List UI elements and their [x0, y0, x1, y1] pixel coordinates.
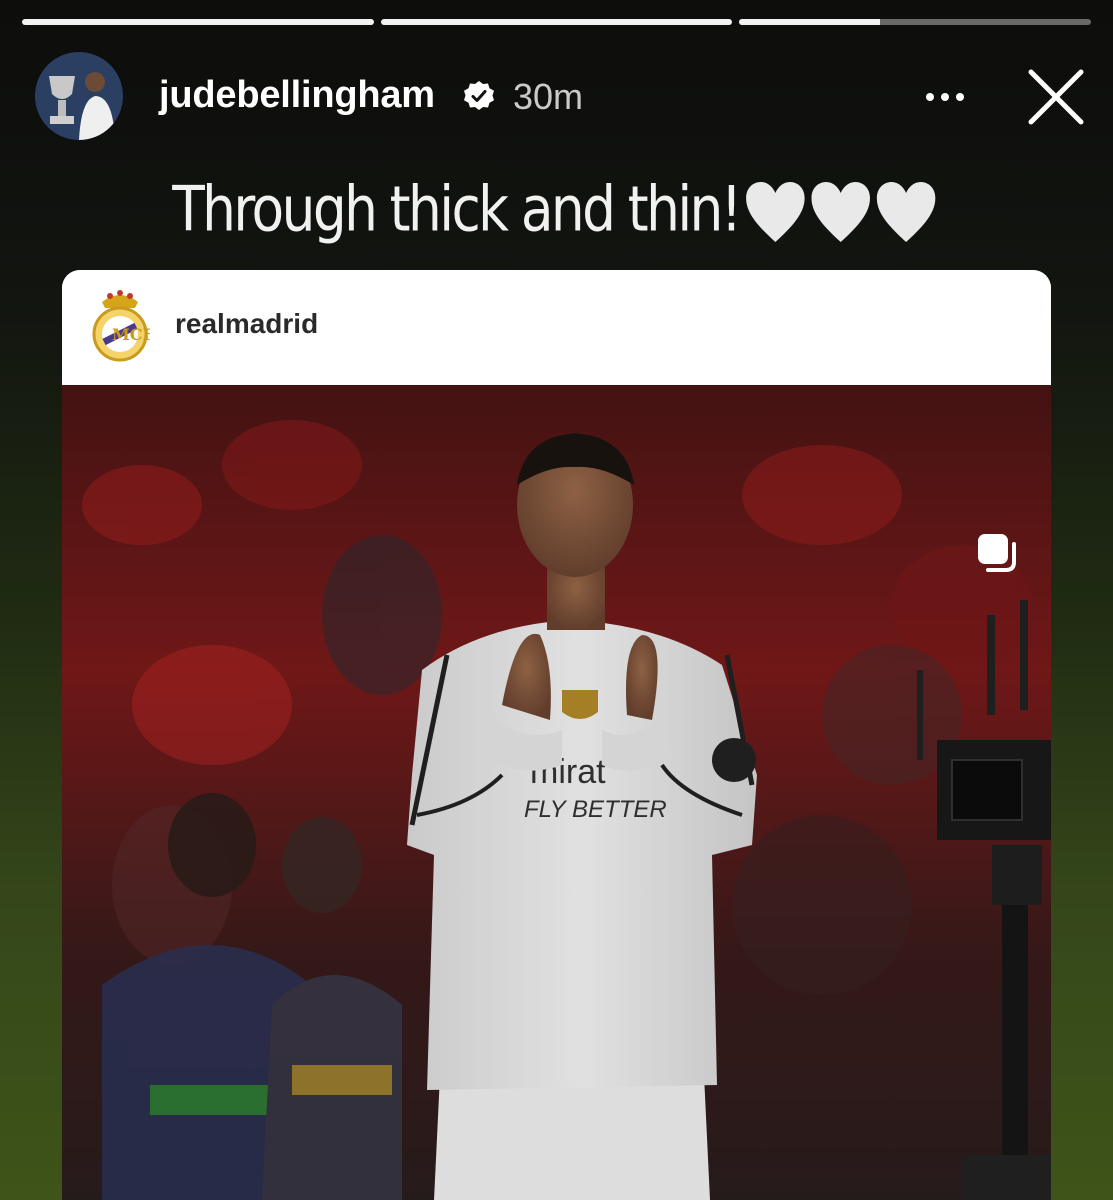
story-timestamp: 30m: [513, 76, 584, 117]
story-progress-segment: [380, 19, 733, 25]
shared-post-header: MCF realmadrid: [62, 270, 1051, 385]
verified-badge-icon: [464, 81, 494, 110]
story-username[interactable]: judebellingham: [159, 74, 435, 117]
story-progress-bar: [22, 19, 1092, 25]
white-heart-icon: [746, 181, 805, 242]
white-heart-icon: [811, 181, 871, 242]
story-progress-segment: [22, 19, 374, 25]
real-madrid-crest-icon: MCF: [92, 290, 150, 362]
carousel-icon: [978, 534, 1016, 572]
white-heart-icon: [877, 181, 936, 242]
more-horizontal-icon[interactable]: [920, 72, 970, 122]
story-caption-text: Through thick and thin!: [172, 172, 742, 246]
story-header: judebellingham 30m: [35, 52, 1095, 144]
shared-post-photo[interactable]: mirat FLY BETTER: [62, 385, 1051, 1200]
story-progress-segment: [739, 19, 1092, 25]
shared-post-username[interactable]: realmadrid: [175, 308, 318, 340]
white-hearts: [745, 172, 941, 246]
avatar[interactable]: [35, 52, 123, 140]
story-caption: Through thick and thin!: [78, 168, 1035, 246]
shared-post-card[interactable]: MCF realmadrid mirat FLY BETTER: [62, 270, 1051, 1200]
svg-text:MCF: MCF: [112, 325, 150, 344]
close-icon[interactable]: [1025, 66, 1087, 128]
